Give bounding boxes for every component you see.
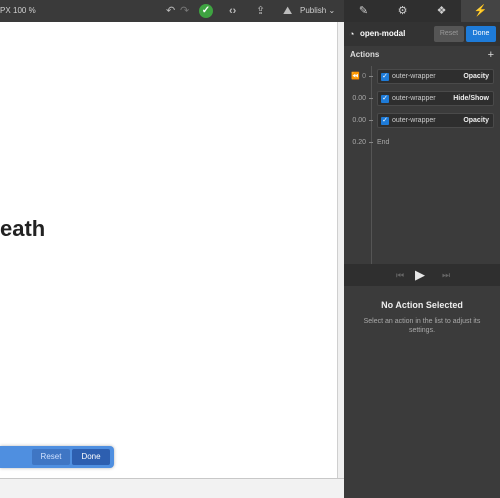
top-toolbar: PX 100 % ↶ ↷ ✓ ‹› ⇪ ⛰ Publish ⌄ bbox=[0, 0, 344, 22]
export-icon[interactable]: ⇪ bbox=[256, 0, 265, 22]
bolt-icon: ⚡ bbox=[473, 5, 488, 17]
canvas-heading[interactable]: eath bbox=[0, 216, 45, 242]
interactions-tab[interactable]: ⚡ bbox=[461, 0, 500, 22]
assets-tab[interactable]: ❖ bbox=[422, 0, 461, 22]
actions-label: Actions bbox=[350, 50, 380, 59]
action-card[interactable]: ✓ outer-wrapper Hide/Show bbox=[377, 91, 494, 106]
play-icon[interactable]: ▶ bbox=[415, 264, 425, 286]
action-delay-time: 0.00 bbox=[352, 117, 366, 124]
action-delay-time: ⏪ 0 bbox=[351, 73, 366, 80]
modal-action-bar: Reset Done bbox=[0, 446, 114, 468]
undo-icon[interactable]: ↶ bbox=[166, 0, 175, 22]
reset-button[interactable]: Reset bbox=[434, 26, 464, 42]
action-type: Hide/Show bbox=[453, 95, 489, 102]
canvas-scrollbar[interactable] bbox=[337, 22, 344, 478]
add-action-button[interactable]: + bbox=[488, 48, 494, 62]
action-target: outer-wrapper bbox=[392, 117, 436, 124]
empty-state-title: No Action Selected bbox=[381, 300, 463, 310]
action-target: outer-wrapper bbox=[392, 73, 436, 80]
action-item[interactable]: 0.00 ✓ outer-wrapper Hide/Show bbox=[344, 90, 500, 108]
timeline-dot bbox=[369, 120, 373, 121]
drops-icon: ❖ bbox=[436, 5, 447, 17]
bottom-bar bbox=[0, 478, 344, 498]
action-delay-time: 0.00 bbox=[352, 95, 366, 102]
code-icon[interactable]: ‹› bbox=[229, 0, 236, 22]
end-label: End bbox=[377, 139, 390, 146]
interaction-header: ◔ open-modal Reset Done bbox=[344, 22, 500, 46]
style-tab[interactable]: ✎ bbox=[344, 0, 383, 22]
skip-forward-icon[interactable]: ⏭ bbox=[442, 264, 450, 286]
action-target: outer-wrapper bbox=[392, 95, 436, 102]
action-type: Opacity bbox=[463, 73, 489, 80]
zoom-level[interactable]: 100 % bbox=[13, 0, 36, 22]
settings-tab[interactable]: ⚙ bbox=[383, 0, 422, 22]
design-canvas[interactable] bbox=[0, 22, 337, 478]
playback-controls: ⏮ ▶ ⏭ bbox=[344, 264, 500, 286]
publish-button[interactable]: Publish ⌄ bbox=[300, 0, 335, 22]
publish-icon: ⛰ bbox=[283, 5, 293, 17]
clock-icon: ◔ bbox=[349, 29, 355, 39]
check-circle-icon[interactable]: ✓ bbox=[199, 4, 213, 18]
timeline-dot bbox=[369, 98, 373, 99]
brush-icon: ✎ bbox=[358, 5, 369, 17]
action-card[interactable]: ✓ outer-wrapper Opacity bbox=[377, 113, 494, 128]
timeline-end: 0.20 End bbox=[344, 134, 500, 152]
rewind-icon: ⏪ bbox=[351, 73, 361, 80]
empty-state-description: Select an action in the list to adjust i… bbox=[363, 318, 481, 334]
publish-label: Publish bbox=[300, 6, 327, 15]
action-checkbox[interactable]: ✓ bbox=[381, 73, 389, 81]
modal-reset-button[interactable]: Reset bbox=[32, 449, 70, 465]
action-item[interactable]: ⏪ 0 ✓ outer-wrapper Opacity bbox=[344, 68, 500, 86]
interactions-panel: ◔ open-modal Reset Done Actions + ⏪ 0 ✓ … bbox=[344, 22, 500, 498]
timeline-dot bbox=[369, 76, 373, 77]
end-time: 0.20 bbox=[352, 139, 366, 146]
actions-header: Actions + bbox=[344, 48, 500, 62]
interaction-name[interactable]: open-modal bbox=[360, 22, 405, 46]
timeline-dot bbox=[369, 142, 373, 143]
redo-icon[interactable]: ↷ bbox=[180, 0, 189, 22]
modal-done-button[interactable]: Done bbox=[72, 449, 110, 465]
action-type: Opacity bbox=[463, 117, 489, 124]
action-checkbox[interactable]: ✓ bbox=[381, 95, 389, 103]
chevron-down-icon: ⌄ bbox=[328, 6, 336, 15]
panel-tabs: ✎ ⚙ ❖ ⚡ bbox=[344, 0, 500, 22]
action-card[interactable]: ✓ outer-wrapper Opacity bbox=[377, 69, 494, 84]
action-checkbox[interactable]: ✓ bbox=[381, 117, 389, 125]
units-label: PX bbox=[0, 6, 11, 15]
done-button[interactable]: Done bbox=[466, 26, 496, 42]
skip-back-icon[interactable]: ⏮ bbox=[396, 264, 404, 286]
gear-icon: ⚙ bbox=[397, 5, 408, 17]
action-item[interactable]: 0.00 ✓ outer-wrapper Opacity bbox=[344, 112, 500, 130]
